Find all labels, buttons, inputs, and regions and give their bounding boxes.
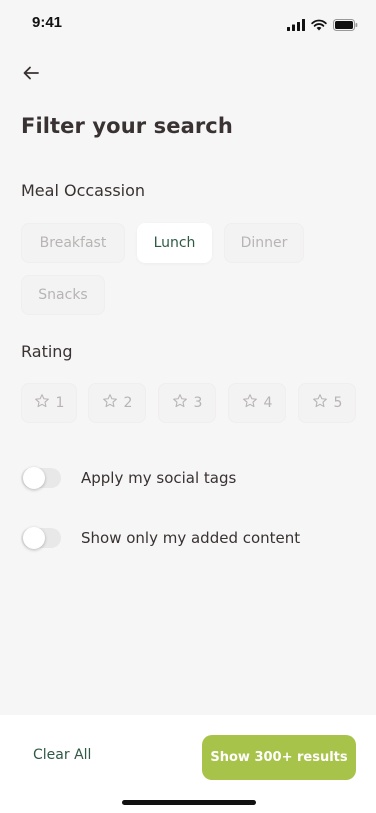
clear-all-button[interactable]: Clear All xyxy=(33,747,91,763)
toggle-row-added-content: Show only my added content xyxy=(21,525,300,551)
status-bar: 9:41 xyxy=(0,0,376,46)
chip-snacks[interactable]: Snacks xyxy=(21,275,105,315)
back-button[interactable] xyxy=(18,62,44,86)
chip-label: Lunch xyxy=(153,235,196,251)
star-outline-icon xyxy=(102,393,118,413)
cellular-signal-icon xyxy=(287,16,305,35)
added-content-label: Show only my added content xyxy=(81,529,301,547)
social-tags-label: Apply my social tags xyxy=(81,469,237,487)
social-tags-toggle[interactable] xyxy=(21,467,61,489)
star-outline-icon xyxy=(172,393,188,413)
toggle-knob xyxy=(23,467,45,489)
rating-chip-1[interactable]: 1 xyxy=(21,383,77,423)
star-outline-icon xyxy=(242,393,258,413)
arrow-left-icon xyxy=(23,65,39,84)
show-results-button[interactable]: Show 300+ results xyxy=(202,735,356,780)
chip-label: Snacks xyxy=(38,287,88,303)
meal-occasion-label: Meal Occassion xyxy=(21,181,146,200)
rating-chip-3[interactable]: 3 xyxy=(158,383,216,423)
footer-bar: Clear All Show 300+ results xyxy=(0,715,376,813)
rating-chip-4[interactable]: 4 xyxy=(228,383,286,423)
rating-value: 1 xyxy=(55,395,65,411)
star-outline-icon xyxy=(312,393,328,413)
toggle-row-social-tags: Apply my social tags xyxy=(21,465,236,491)
star-outline-icon xyxy=(34,393,50,413)
wifi-icon xyxy=(311,16,327,35)
added-content-toggle[interactable] xyxy=(21,527,61,549)
rating-value: 4 xyxy=(263,395,273,411)
rating-value: 5 xyxy=(333,395,343,411)
chip-label: Dinner xyxy=(240,235,288,251)
show-results-label: Show 300+ results xyxy=(210,750,348,765)
chip-lunch[interactable]: Lunch xyxy=(137,223,212,263)
page-title: Filter your search xyxy=(21,114,233,138)
rating-value: 2 xyxy=(123,395,133,411)
chip-label: Breakfast xyxy=(39,235,107,251)
rating-value: 3 xyxy=(193,395,203,411)
status-icons xyxy=(287,16,358,35)
toggle-knob xyxy=(23,527,45,549)
battery-icon xyxy=(333,16,358,35)
rating-chip-2[interactable]: 2 xyxy=(88,383,146,423)
rating-label: Rating xyxy=(21,342,73,361)
rating-chip-5[interactable]: 5 xyxy=(298,383,356,423)
chip-breakfast[interactable]: Breakfast xyxy=(21,223,125,263)
home-indicator xyxy=(122,800,256,805)
status-time: 9:41 xyxy=(32,14,63,31)
chip-dinner[interactable]: Dinner xyxy=(224,223,304,263)
